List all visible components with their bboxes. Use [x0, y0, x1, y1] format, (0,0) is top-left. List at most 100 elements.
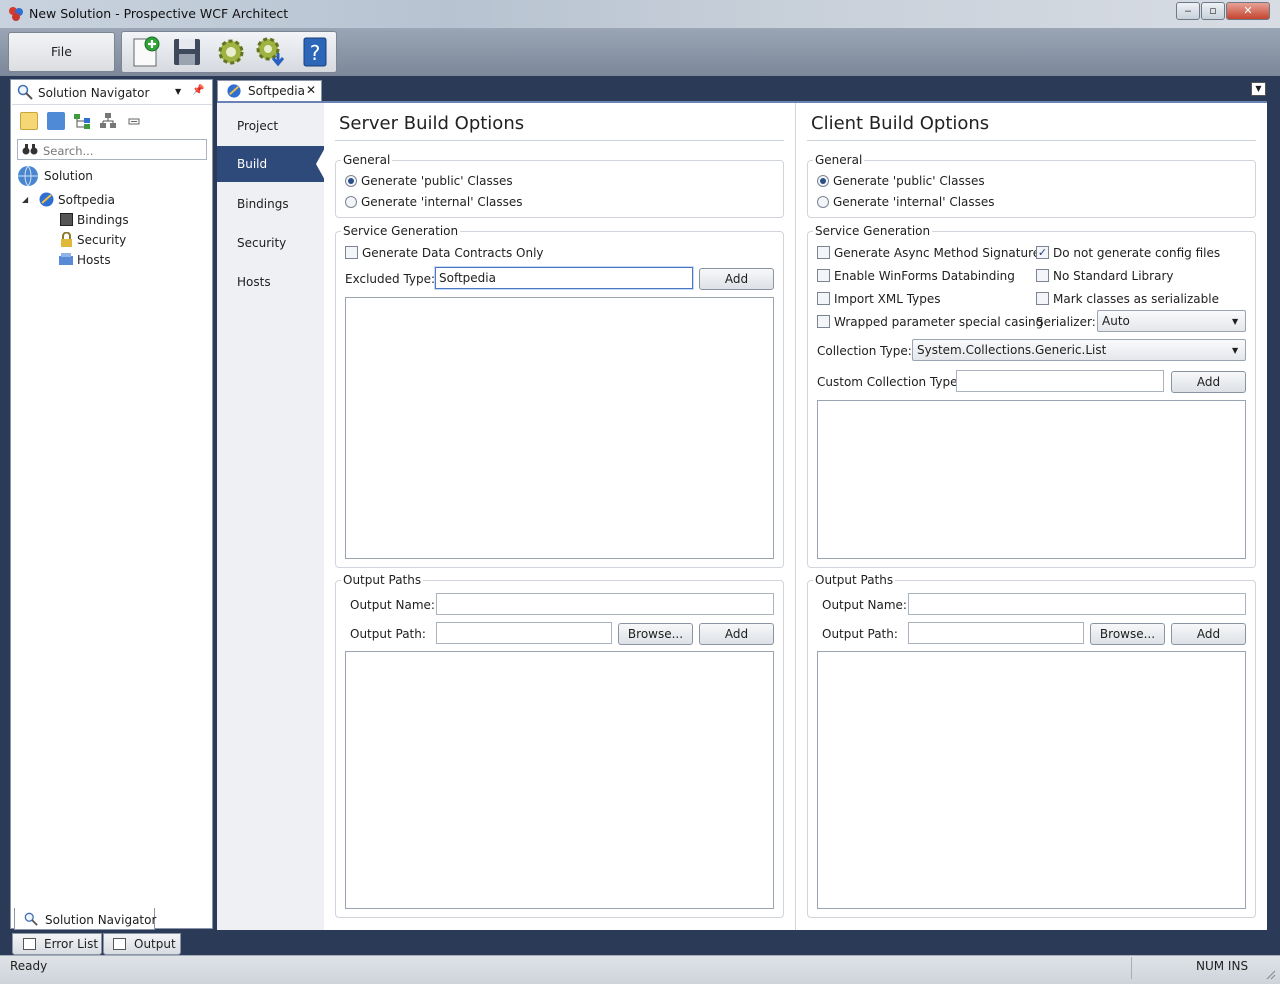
- tree-item-bindings[interactable]: Bindings: [77, 213, 129, 227]
- nav-item-security[interactable]: Security: [217, 225, 324, 261]
- save-icon[interactable]: [170, 35, 204, 69]
- toolbar-icon-strip: ?: [121, 31, 337, 73]
- server-output-path-input[interactable]: [436, 622, 612, 644]
- lock-icon: [61, 232, 72, 247]
- search-placeholder: Search...: [43, 144, 94, 158]
- client-output-path-label: Output Path:: [822, 627, 898, 641]
- client-browse-button[interactable]: Browse...: [1090, 623, 1165, 645]
- help-icon[interactable]: ?: [298, 35, 332, 69]
- view-icon[interactable]: [20, 112, 38, 130]
- wrapped-parameter-checkbox[interactable]: [817, 315, 830, 328]
- server-service-generation-legend: Service Generation: [341, 224, 461, 238]
- client-output-name-label: Output Name:: [822, 598, 907, 612]
- excluded-types-list[interactable]: [345, 297, 774, 559]
- selected-nav-pointer: [316, 146, 326, 182]
- no-config-files-checkbox[interactable]: ✓: [1036, 246, 1049, 259]
- hierarchy-icon[interactable]: [73, 112, 91, 130]
- tree-item-solution[interactable]: Solution: [44, 169, 93, 183]
- custom-collection-type-input[interactable]: [956, 370, 1164, 392]
- server-internal-label: Generate 'internal' Classes: [361, 195, 523, 209]
- server-output-name-label: Output Name:: [350, 598, 435, 612]
- status-flags: NUM INS: [1196, 959, 1249, 973]
- new-document-icon[interactable]: [128, 35, 162, 69]
- data-contracts-only-checkbox[interactable]: [345, 246, 358, 259]
- document-menu-icon[interactable]: ▼: [1251, 82, 1266, 96]
- error-list-tab-label: Error List: [44, 937, 99, 951]
- async-signatures-label: Generate Async Method Signatures: [834, 246, 1047, 260]
- client-public-radio[interactable]: [817, 175, 829, 187]
- client-public-label: Generate 'public' Classes: [833, 174, 985, 188]
- client-general-group: [807, 160, 1256, 218]
- import-xml-types-label: Import XML Types: [834, 292, 941, 306]
- minimize-button[interactable]: ‒: [1176, 2, 1200, 20]
- client-collection-add-button[interactable]: Add: [1171, 371, 1246, 393]
- build-deploy-gear-icon[interactable]: [254, 35, 288, 69]
- chevron-down-icon[interactable]: ▼: [1232, 346, 1238, 355]
- server-output-add-button[interactable]: Add: [699, 623, 774, 645]
- maximize-button[interactable]: ▫: [1201, 2, 1225, 20]
- magnifier-icon: [24, 912, 38, 926]
- server-output-paths-legend: Output Paths: [341, 573, 424, 587]
- tree-expander-icon[interactable]: ◢: [22, 195, 28, 204]
- serializable-checkbox[interactable]: [1036, 292, 1049, 305]
- nav-item-build[interactable]: Build: [217, 146, 324, 182]
- server-excluded-add-button[interactable]: Add: [699, 268, 774, 290]
- serializer-dropdown[interactable]: Auto: [1097, 310, 1246, 332]
- collapse-icon[interactable]: [125, 112, 143, 130]
- server-internal-radio[interactable]: [345, 196, 357, 208]
- document-accent-line: [217, 101, 1267, 103]
- project-icon: [39, 192, 54, 207]
- navigator-title: Solution Navigator: [38, 86, 150, 100]
- network-icon[interactable]: [99, 112, 117, 130]
- chevron-down-icon[interactable]: ▼: [175, 87, 181, 96]
- no-config-files-label: Do not generate config files: [1053, 246, 1221, 260]
- magnifier-icon: [17, 84, 33, 100]
- build-gear-icon[interactable]: [214, 35, 248, 69]
- bottom-tab-strip: [0, 930, 1280, 956]
- output-tab-label: Output: [134, 937, 176, 951]
- project-icon: [227, 84, 241, 98]
- client-output-name-input[interactable]: [908, 593, 1246, 615]
- client-build-options-title: Client Build Options: [811, 113, 990, 134]
- server-browse-button[interactable]: Browse...: [618, 623, 693, 645]
- close-tab-icon[interactable]: ✕: [306, 83, 316, 97]
- async-signatures-checkbox[interactable]: [817, 246, 830, 259]
- excluded-type-input[interactable]: Softpedia: [435, 267, 693, 289]
- client-internal-radio[interactable]: [817, 196, 829, 208]
- error-list-icon: [23, 938, 36, 950]
- nav-item-project[interactable]: Project: [217, 108, 324, 144]
- file-menu-button[interactable]: File: [8, 32, 115, 72]
- nav-item-hosts[interactable]: Hosts: [217, 264, 324, 300]
- server-public-label: Generate 'public' Classes: [361, 174, 513, 188]
- client-output-paths-legend: Output Paths: [813, 573, 896, 587]
- chevron-down-icon[interactable]: ▼: [1232, 317, 1238, 326]
- server-output-paths-list[interactable]: [345, 651, 774, 909]
- server-general-group: [335, 160, 784, 218]
- collection-type-dropdown[interactable]: System.Collections.Generic.List: [912, 339, 1246, 361]
- binoculars-icon: [22, 144, 38, 155]
- no-standard-library-checkbox[interactable]: [1036, 269, 1049, 282]
- client-output-paths-list[interactable]: [817, 651, 1246, 909]
- solution-icon: [18, 165, 38, 187]
- server-general-legend: General: [341, 153, 393, 167]
- server-build-options-title: Server Build Options: [339, 113, 525, 134]
- server-output-name-input[interactable]: [436, 593, 774, 615]
- nav-item-bindings[interactable]: Bindings: [217, 186, 324, 222]
- client-title-rule: [807, 140, 1256, 141]
- tree-item-security[interactable]: Security: [77, 233, 126, 247]
- tree-item-softpedia[interactable]: Softpedia: [58, 193, 115, 207]
- folder-icon[interactable]: [47, 112, 65, 130]
- document-tab-label: Softpedia: [248, 84, 305, 98]
- tree-item-hosts[interactable]: Hosts: [77, 253, 111, 267]
- server-public-radio[interactable]: [345, 175, 357, 187]
- client-output-path-input[interactable]: [908, 622, 1084, 644]
- pin-icon[interactable]: 📌: [192, 85, 204, 96]
- resize-grip-icon[interactable]: [1264, 968, 1276, 980]
- serializer-label: Serializer:: [1036, 315, 1096, 329]
- excluded-type-label: Excluded Type:: [345, 272, 436, 286]
- custom-collection-types-list[interactable]: [817, 400, 1246, 559]
- close-button[interactable]: ✕: [1226, 2, 1270, 20]
- client-output-add-button[interactable]: Add: [1171, 623, 1246, 645]
- import-xml-types-checkbox[interactable]: [817, 292, 830, 305]
- winforms-databinding-checkbox[interactable]: [817, 269, 830, 282]
